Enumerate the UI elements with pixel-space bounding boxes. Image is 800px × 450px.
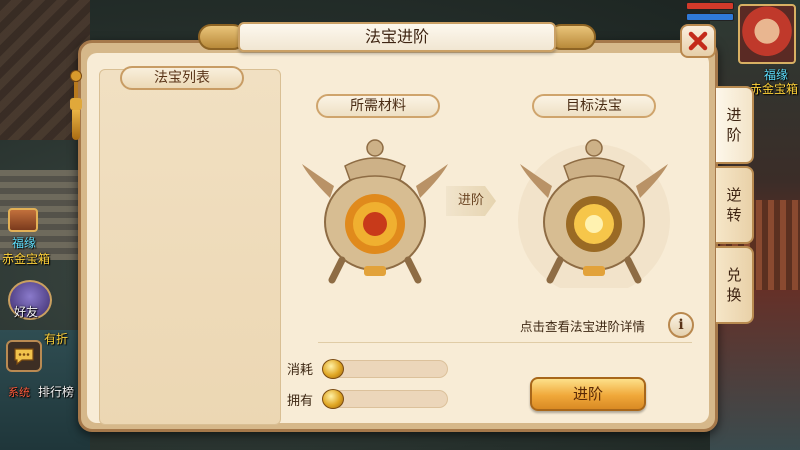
artifact-list-title: 法宝列表 — [120, 66, 244, 90]
dialog-title: 法宝进阶 — [238, 22, 556, 52]
close-button[interactable] — [680, 24, 716, 58]
tab-reverse[interactable]: 逆转 — [716, 166, 754, 244]
tab-exchange[interactable]: 兑换 — [716, 246, 754, 324]
artifact-list-panel[interactable] — [99, 69, 281, 425]
consume-label: 消耗 — [287, 363, 314, 378]
hp-bar — [686, 2, 734, 10]
treasure-chest-icon[interactable] — [8, 208, 38, 232]
partial-label: 有折 — [44, 332, 69, 346]
own-label: 拥有 — [287, 394, 314, 409]
mp-bar — [686, 13, 734, 21]
own-bar — [332, 390, 448, 408]
advance-detail-link[interactable]: 点击查看法宝进阶详情 — [520, 316, 645, 335]
required-material-label: 所需材料 — [316, 94, 440, 118]
gold-coin-icon — [322, 359, 344, 379]
target-artifact-label: 目标法宝 — [532, 94, 656, 118]
left-chest-label: 赤金宝箱 — [2, 252, 51, 266]
consume-bar — [332, 360, 448, 378]
target-artifact-icon[interactable] — [514, 128, 674, 288]
tab-reverse-label: 逆转 — [726, 186, 742, 224]
tab-exchange-label: 兑换 — [726, 266, 742, 304]
player-portrait[interactable] — [738, 4, 796, 64]
chat-icon — [14, 348, 34, 365]
divider — [318, 342, 692, 343]
close-icon — [688, 31, 708, 51]
rank-label[interactable]: 排行榜 — [38, 383, 74, 400]
material-artifact-icon[interactable] — [300, 128, 450, 288]
info-icon[interactable]: i — [668, 312, 694, 338]
tassel-decoration — [70, 70, 82, 150]
advance-button[interactable]: 进阶 — [530, 377, 646, 411]
chat-button[interactable] — [6, 340, 42, 372]
left-player-name: 福缘 — [12, 236, 37, 250]
right-chest-label: 赤金宝箱 — [750, 82, 799, 96]
gold-coin-icon — [322, 389, 344, 409]
system-tag: 系统 — [8, 386, 30, 399]
friend-label: 好友 — [14, 305, 39, 319]
tab-advance[interactable]: 进阶 — [716, 86, 754, 164]
tab-advance-label: 进阶 — [726, 106, 742, 144]
